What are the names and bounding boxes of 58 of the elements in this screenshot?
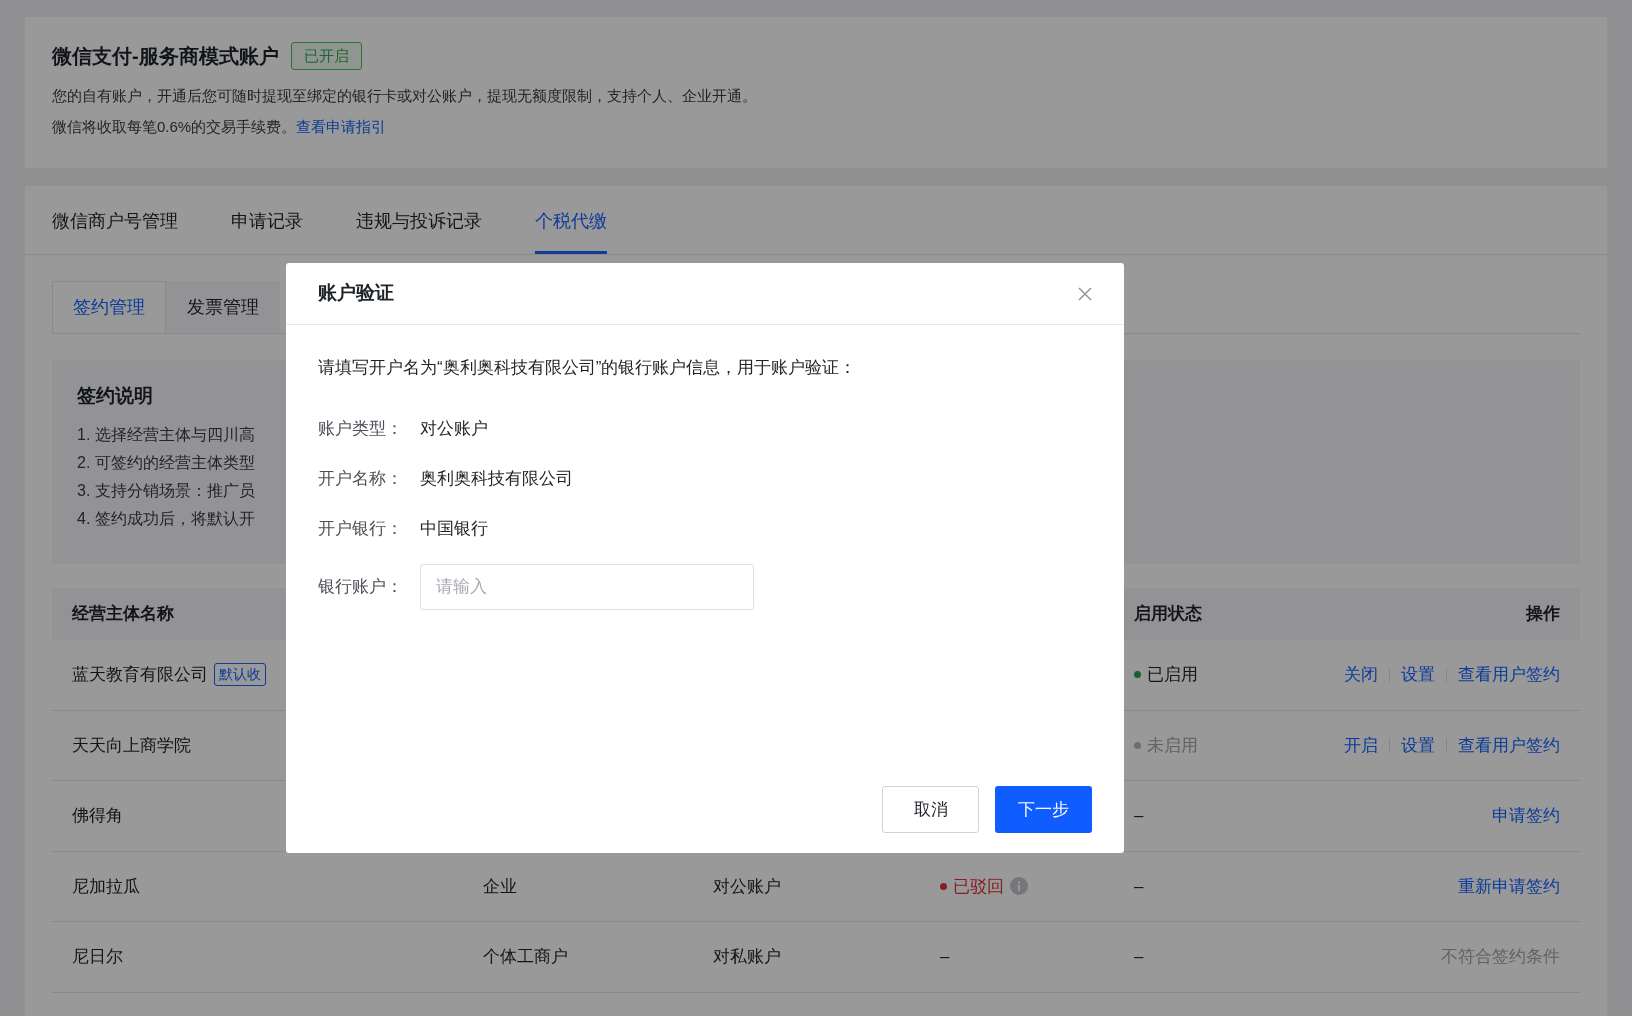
action-link[interactable]: 查看用户签约 <box>1458 732 1560 758</box>
cancel-button[interactable]: 取消 <box>882 786 979 833</box>
instruction-item: 4. 签约成功后，将默认开 <box>77 508 255 529</box>
field-value: 中国银行 <box>420 517 488 540</box>
input-field[interactable]: 请输入 <box>420 563 754 610</box>
column-header: 启用状态 <box>1134 603 1202 626</box>
table-cell-text: 天天向上商学院 <box>72 734 191 757</box>
field-label: 开户名称： <box>318 467 404 490</box>
instruction-item: 1. 选择经营主体与四川高 <box>77 424 255 445</box>
field-value: 奥利奥科技有限公司 <box>420 467 573 490</box>
table-cell: 对私账户 <box>713 947 781 966</box>
fee-note: 微信将收取每笔0.6%的交易手续费。 <box>52 116 297 137</box>
status-text: – <box>1134 805 1144 827</box>
status-text: 未启用 <box>1147 734 1198 757</box>
default-tag: 默认收 <box>214 663 266 687</box>
table-cell-text: 尼日尔 <box>72 946 123 968</box>
instruction-item: 2. 可签约的经营主体类型 <box>77 452 255 473</box>
status-text: – <box>940 946 950 968</box>
close-icon[interactable] <box>1078 286 1092 301</box>
tab[interactable]: 微信商户号管理 <box>52 186 178 254</box>
action-link[interactable]: 申请签约 <box>1492 803 1560 829</box>
next-button[interactable]: 下一步 <box>995 786 1092 833</box>
status-text: – <box>1134 946 1144 968</box>
field-label: 账户类型： <box>318 417 404 440</box>
tab[interactable]: 违规与投诉记录 <box>356 186 482 254</box>
status-text: 已驳回 <box>953 875 1004 898</box>
column-header: 操作 <box>1526 603 1560 626</box>
subtab[interactable]: 签约管理 <box>52 281 166 333</box>
table-cell-text: 佛得角 <box>72 805 123 827</box>
action-link[interactable]: 设置 <box>1401 662 1435 688</box>
action-link[interactable]: 开启 <box>1344 732 1378 758</box>
action-link[interactable]: 设置 <box>1401 732 1435 758</box>
status-text: 已启用 <box>1147 664 1198 686</box>
instruction-item: 3. 支持分销场景：推广员 <box>77 480 255 501</box>
modal-title: 账户验证 <box>318 281 394 306</box>
table-cell: 对公账户 <box>713 876 781 896</box>
tab[interactable]: 申请记录 <box>231 186 303 254</box>
field-label: 开户银行： <box>318 517 404 540</box>
table-cell: 个体工商户 <box>483 947 568 966</box>
action-link[interactable]: 查看用户签约 <box>1458 662 1560 688</box>
action-link[interactable]: 关闭 <box>1344 662 1378 688</box>
modal-intro: 请填写开户名为“奥利奥科技有限公司”的银行账户信息，用于账户验证： <box>318 357 858 379</box>
subtab[interactable]: 发票管理 <box>166 281 280 333</box>
guide-link[interactable]: 查看申请指引 <box>296 115 387 138</box>
status-text: – <box>1134 875 1144 898</box>
field-label: 银行账户： <box>318 575 404 598</box>
account-description: 您的自有账户，开通后您可随时提现至绑定的银行卡或对公账户，提现无额度限制，支持个人、企业开通。 <box>52 86 758 106</box>
instructions-title: 签约说明 <box>77 384 154 408</box>
tab[interactable]: 个税代缴 <box>535 186 607 254</box>
column-header: 经营主体名称 <box>71 603 174 626</box>
table-cell: 企业 <box>483 876 517 896</box>
account-title: 微信支付-服务商模式账户 <box>52 44 279 69</box>
action-link[interactable]: 重新申请签约 <box>1458 873 1560 899</box>
table-cell-text: 蓝天教育有限公司 <box>72 664 208 686</box>
table-cell-text: 尼加拉瓜 <box>72 875 140 898</box>
status-tag: 已开启 <box>290 41 362 71</box>
disabled-action: 不符合签约条件 <box>1441 946 1560 968</box>
field-value: 对公账户 <box>420 417 488 440</box>
